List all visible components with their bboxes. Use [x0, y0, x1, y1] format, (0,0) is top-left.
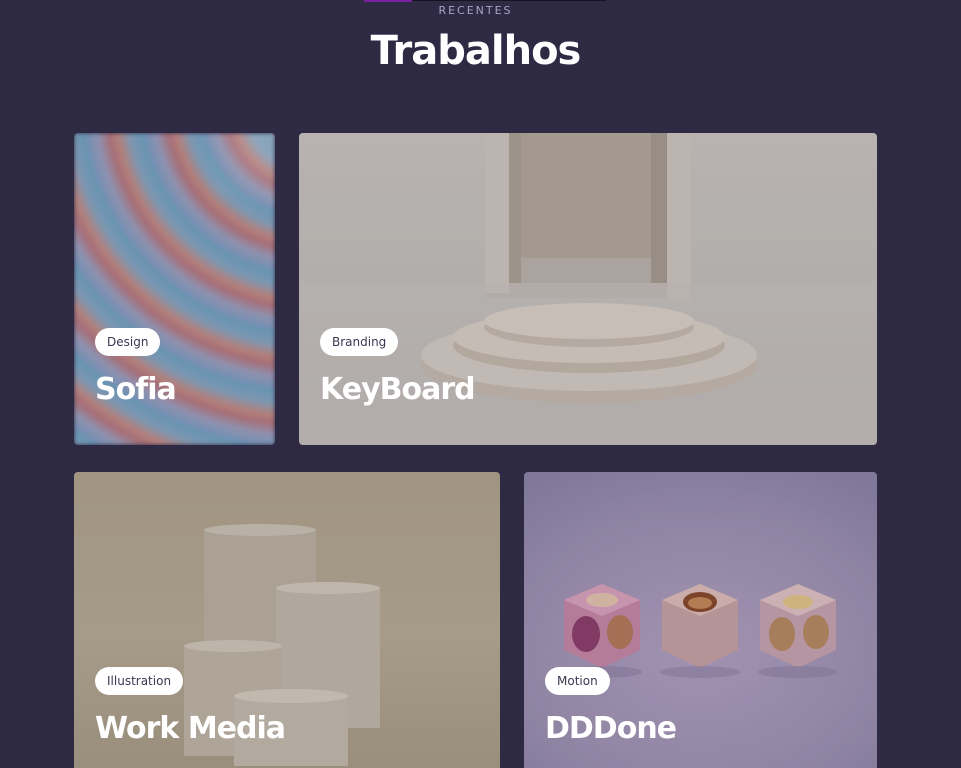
project-tag[interactable]: Branding	[320, 328, 399, 356]
project-title[interactable]: DDDone	[545, 711, 677, 747]
project-card-sofia[interactable]: Design Sofia	[74, 133, 275, 445]
project-tag[interactable]: Motion	[545, 667, 610, 695]
project-tag[interactable]: Design	[95, 328, 161, 356]
section-eyebrow: RECENTES	[438, 4, 513, 17]
project-title[interactable]: KeyBoard	[320, 372, 476, 408]
works-section: RECENTES Trabalhos Design Sofia Branding…	[0, 0, 961, 768]
divider-line	[412, 0, 606, 1]
accent-bar	[364, 0, 412, 2]
project-card-keyboard[interactable]: Branding KeyBoard	[299, 133, 877, 445]
project-title[interactable]: Work Media	[95, 711, 286, 747]
project-card-work-media[interactable]: Illustration Work Media	[74, 472, 500, 768]
project-card-dddone[interactable]: Motion DDDone	[524, 472, 877, 768]
project-title[interactable]: Sofia	[95, 372, 177, 408]
section-title: Trabalhos	[370, 28, 582, 74]
project-tag[interactable]: Illustration	[95, 667, 184, 695]
